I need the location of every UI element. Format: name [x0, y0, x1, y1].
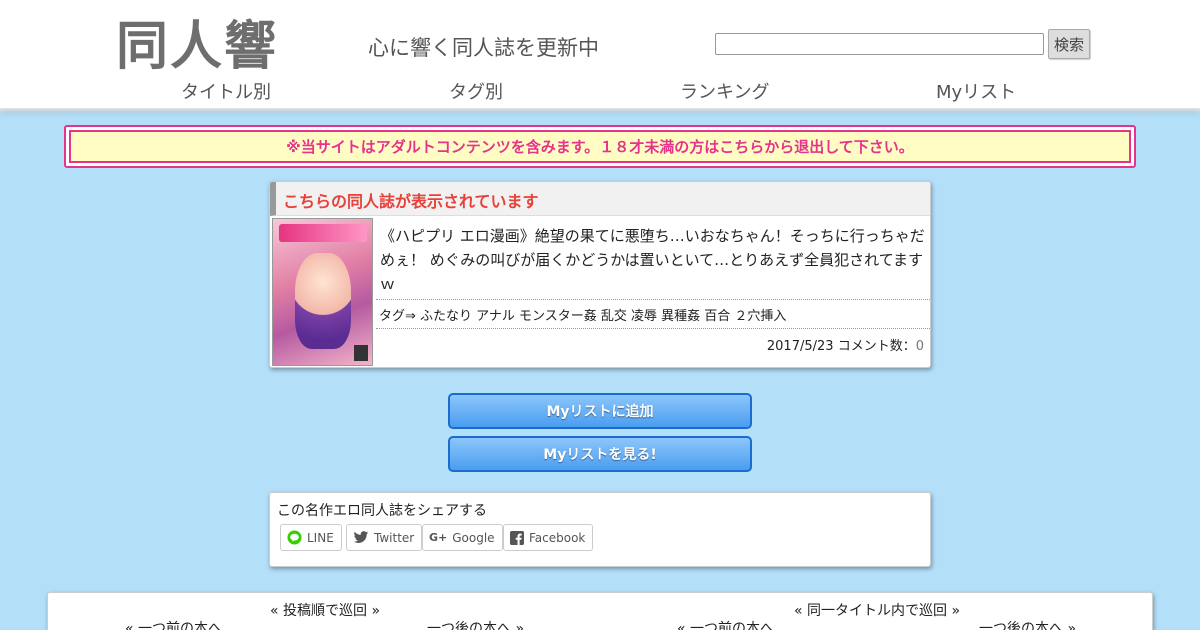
pager-post-prev-link[interactable]: « 一つ前の本へ	[125, 618, 222, 630]
site-tagline: 心に響く同人誌を更新中	[368, 36, 599, 60]
book-description[interactable]: 《ハピプリ エロ漫画》絶望の果てに悪堕ち…いおなちゃん！そっちに行っちゃだめぇ！…	[380, 224, 926, 296]
pager-post-next-link[interactable]: 一つ後の本へ »	[427, 618, 524, 630]
share-twitter-label: Twitter	[374, 530, 415, 545]
share-box: この名作エロ同人誌をシェアする LINE Twitter G+ Google F…	[269, 492, 931, 567]
book-meta: 2017/5/23 コメント数：0	[767, 335, 924, 354]
adult-warning-box: ※当サイトはアダルトコンテンツを含みます。１８才未満の方はこちらから退出して下さ…	[64, 125, 1136, 168]
pager-title-next-link[interactable]: 一つ後の本へ »	[979, 618, 1076, 630]
comment-count[interactable]: 0	[916, 339, 924, 354]
share-facebook-label: Facebook	[529, 530, 586, 545]
book-cover-image[interactable]	[272, 218, 373, 366]
pager-by-post-heading: « 投稿順で巡回 »	[270, 603, 381, 619]
search-input[interactable]	[715, 33, 1044, 55]
google-plus-icon: G+	[429, 531, 448, 544]
divider	[376, 299, 930, 300]
book-date: 2017/5/23	[766, 339, 834, 354]
share-line-button[interactable]: LINE	[280, 524, 342, 551]
view-mylist-button[interactable]: Myリストを見る!	[448, 436, 752, 472]
nav-item-tags[interactable]: タグ別	[449, 78, 503, 104]
nav-item-title[interactable]: タイトル別	[181, 78, 271, 104]
facebook-icon	[510, 530, 524, 545]
site-logo[interactable]: 同人響	[116, 4, 278, 79]
nav-item-ranking[interactable]: ランキング	[680, 78, 769, 104]
pager-box: « 投稿順で巡回 » « 同一タイトル内で巡回 » « 一つ前の本へ 一つ後の本…	[47, 592, 1153, 630]
book-tags[interactable]: タグ⇒ ふたなり アナル モンスター姦 乱交 凌辱 異種姦 百合 ２穴挿入	[379, 305, 786, 324]
nav-item-mylist[interactable]: Myリスト	[936, 78, 1016, 104]
comment-label: コメント数：	[837, 339, 916, 354]
share-twitter-button[interactable]: Twitter	[346, 524, 423, 551]
book-card: こちらの同人誌が表示されています 《ハピプリ エロ漫画》絶望の果てに悪堕ち…いお…	[269, 181, 931, 368]
pager-by-title-heading: « 同一タイトル内で巡回 »	[794, 603, 961, 619]
add-to-mylist-button[interactable]: Myリストに追加	[448, 393, 752, 429]
share-google-label: Google	[452, 530, 495, 545]
share-title: この名作エロ同人誌をシェアする	[277, 503, 487, 519]
site-header: 同人響 心に響く同人誌を更新中 検索 タイトル別 タグ別 ランキング Myリスト	[0, 0, 1200, 114]
twitter-icon	[353, 531, 369, 544]
share-google-button[interactable]: G+ Google	[422, 524, 503, 551]
divider	[376, 328, 930, 329]
cover-illustration	[295, 253, 351, 349]
search-button[interactable]: 検索	[1048, 29, 1090, 59]
main-nav: タイトル別 タグ別 ランキング Myリスト	[0, 78, 1200, 104]
share-facebook-button[interactable]: Facebook	[503, 524, 594, 551]
cover-rating-mark	[354, 345, 368, 361]
adult-warning-text[interactable]: ※当サイトはアダルトコンテンツを含みます。１８才未満の方はこちらから退出して下さ…	[69, 130, 1131, 163]
share-line-label: LINE	[307, 530, 334, 545]
book-card-heading: こちらの同人誌が表示されています	[270, 182, 930, 216]
cover-title-banner	[279, 224, 367, 242]
line-icon	[287, 530, 302, 545]
pager-title-prev-link[interactable]: « 一つ前の本へ	[677, 618, 774, 630]
